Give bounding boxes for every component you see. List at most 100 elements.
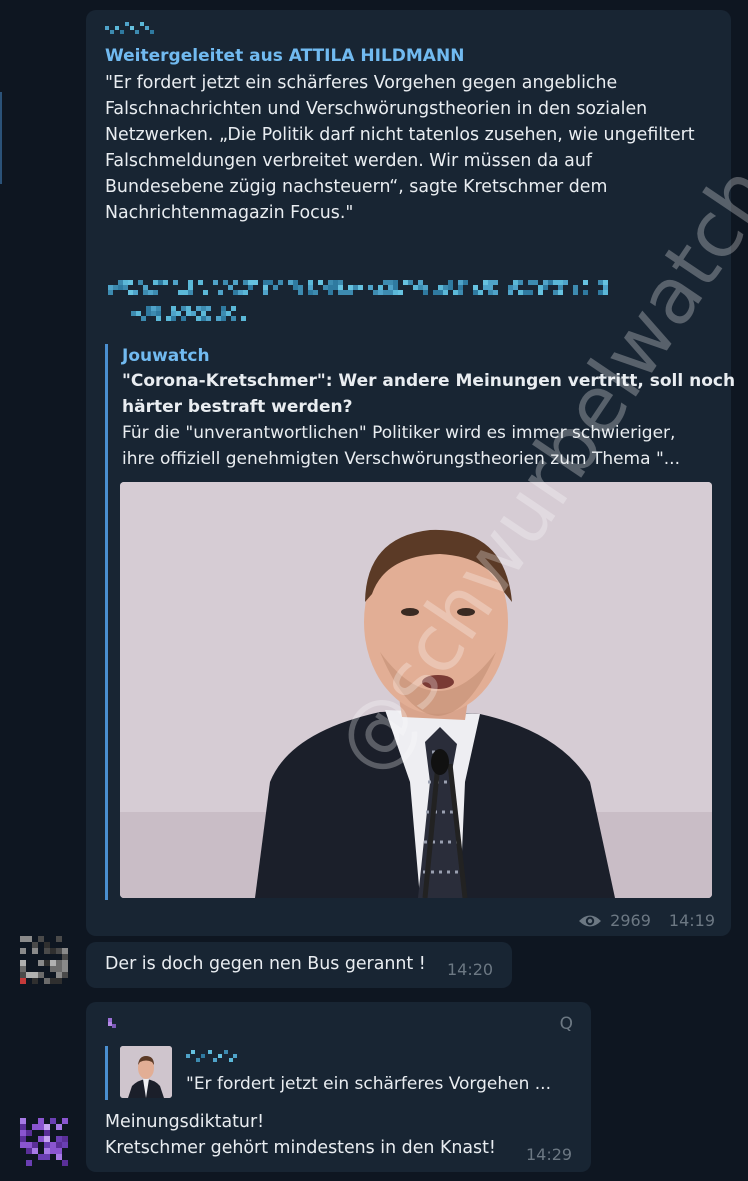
mosaic-pixel [563, 280, 568, 285]
mosaic-pixel [508, 290, 513, 295]
message-text: Der is doch gegen nen Bus gerannt ! [105, 954, 426, 974]
mosaic-pixel [423, 290, 428, 295]
mosaic-pixel [108, 290, 113, 295]
mosaic-pixel [543, 285, 548, 290]
mosaic-pixel [56, 978, 62, 984]
message-text-line: Bundesebene zügig nachsteuern“, sagte Kr… [105, 177, 608, 197]
mosaic-pixel [141, 316, 146, 321]
mosaic-pixel [198, 280, 203, 285]
mosaic-pixel [558, 290, 563, 295]
mosaic-pixel [358, 285, 363, 290]
reply-text: "Er fordert jetzt ein schärferes Vorgehe… [186, 1074, 551, 1094]
mosaic-pixel [44, 1154, 50, 1160]
mosaic-pixel [62, 1142, 68, 1148]
message-text-line: Kretschmer gehört mindestens in den Knas… [105, 1138, 496, 1158]
mosaic-pixel [443, 290, 448, 295]
mosaic-pixel [32, 948, 38, 954]
sidebar-accent [0, 92, 2, 184]
preview-description: Für die "unverantwortlichen" Politiker w… [122, 420, 713, 472]
mosaic-pixel [263, 290, 268, 295]
mosaic-pixel [62, 972, 68, 978]
mosaic-pixel [328, 290, 333, 295]
mosaic-pixel [573, 290, 578, 295]
mosaic-pixel [603, 290, 608, 295]
mosaic-pixel [348, 290, 353, 295]
mosaic-pixel [56, 1124, 62, 1130]
mosaic-pixel [133, 290, 138, 295]
pixelated-sender-name [105, 22, 157, 36]
politician-photo [120, 482, 712, 898]
mosaic-pixel [128, 280, 133, 285]
mosaic-pixel [221, 316, 226, 321]
mosaic-pixel [231, 316, 236, 321]
mosaic-pixel [62, 1118, 68, 1124]
mosaic-pixel [203, 290, 208, 295]
mosaic-pixel [233, 280, 238, 285]
mosaic-pixel [518, 280, 523, 285]
pixelated-sender-name [108, 1018, 118, 1032]
mosaic-pixel [298, 290, 303, 295]
message-text-line: "Er fordert jetzt ein schärferes Vorgehe… [105, 73, 618, 93]
reply-thumbnail [120, 1046, 172, 1098]
mosaic-pixel [20, 978, 26, 984]
mosaic-pixel [213, 280, 218, 285]
q-label: Q [559, 1014, 573, 1034]
message-text-line: Meinungsdiktatur! [105, 1112, 265, 1132]
message-text-line: Netzwerken. „Die Politik darf nicht tate… [105, 125, 695, 145]
mosaic-pixel [20, 948, 26, 954]
mosaic-pixel [463, 280, 468, 285]
mosaic-pixel [188, 290, 193, 295]
preview-photo[interactable] [120, 482, 712, 898]
mosaic-pixel [243, 290, 248, 295]
mosaic-pixel [32, 978, 38, 984]
reply-quote[interactable]: "Er fordert jetzt ein schärferes Vorgehe… [105, 1046, 575, 1100]
message-meta: 2969 14:19 [578, 911, 715, 930]
mosaic-pixel [583, 280, 588, 285]
mosaic-pixel [278, 280, 283, 285]
mosaic-pixel [171, 316, 176, 321]
mosaic-pixel [153, 290, 158, 295]
mosaic-pixel [398, 290, 403, 295]
mosaic-pixel [26, 1160, 32, 1166]
mosaic-pixel [206, 306, 211, 311]
message-text-line: Falschnachrichten und Verschwörungstheor… [105, 99, 648, 119]
views-count: 2969 [610, 911, 651, 930]
mosaic-pixel [173, 280, 178, 285]
message-text-line: Nachrichtenmagazin Focus." [105, 203, 354, 223]
preview-title: "Corona-Kretschmer": Wer andere Meinunge… [122, 368, 736, 420]
mosaic-pixel [528, 290, 533, 295]
message-time: 14:19 [668, 911, 715, 930]
preview-description-line: Für die "unverantwortlichen" Politiker w… [122, 423, 676, 443]
mosaic-pixel [218, 290, 223, 295]
mosaic-pixel [241, 316, 246, 321]
mosaic-pixel [313, 290, 318, 295]
pixelated-link[interactable] [108, 280, 628, 332]
mosaic-pixel [156, 316, 161, 321]
message-text: "Er fordert jetzt ein schärferes Vorgehe… [105, 70, 715, 226]
reply-message[interactable]: Q "Er fordert jetzt ein schärferes Vorge… [86, 1002, 591, 1172]
avatar[interactable] [20, 1118, 72, 1170]
pixelated-reply-name [186, 1050, 238, 1064]
message-bubble[interactable]: Der is doch gegen nen Bus gerannt ! 14:2… [86, 942, 512, 988]
mosaic-pixel [273, 285, 278, 290]
avatar[interactable] [20, 936, 72, 988]
forwarded-message[interactable]: Weitergeleitet aus ATTILA HILDMANN "Er f… [86, 10, 736, 936]
reply-thumbnail-image [120, 1046, 172, 1098]
mosaic-pixel [458, 290, 463, 295]
mosaic-pixel [538, 290, 543, 295]
mosaic-pixel [181, 316, 186, 321]
preview-site-name: Jouwatch [122, 346, 210, 366]
message-time: 14:29 [526, 1145, 573, 1164]
mosaic-pixel [163, 280, 168, 285]
mosaic-pixel [62, 1160, 68, 1166]
mosaic-pixel [493, 280, 498, 285]
mosaic-pixel [231, 306, 236, 311]
mosaic-pixel [478, 290, 483, 295]
message-text-line: Falschmeldungen verbreitet werden. Wir m… [105, 151, 592, 171]
mosaic-pixel [248, 285, 253, 290]
preview-title-line: "Corona-Kretschmer": Wer andere Meinunge… [122, 371, 736, 391]
preview-title-line: härter bestraft werden? [122, 397, 353, 417]
forward-label[interactable]: Weitergeleitet aus ATTILA HILDMANN [105, 46, 464, 66]
mosaic-pixel [253, 280, 258, 285]
mosaic-pixel [56, 936, 62, 942]
